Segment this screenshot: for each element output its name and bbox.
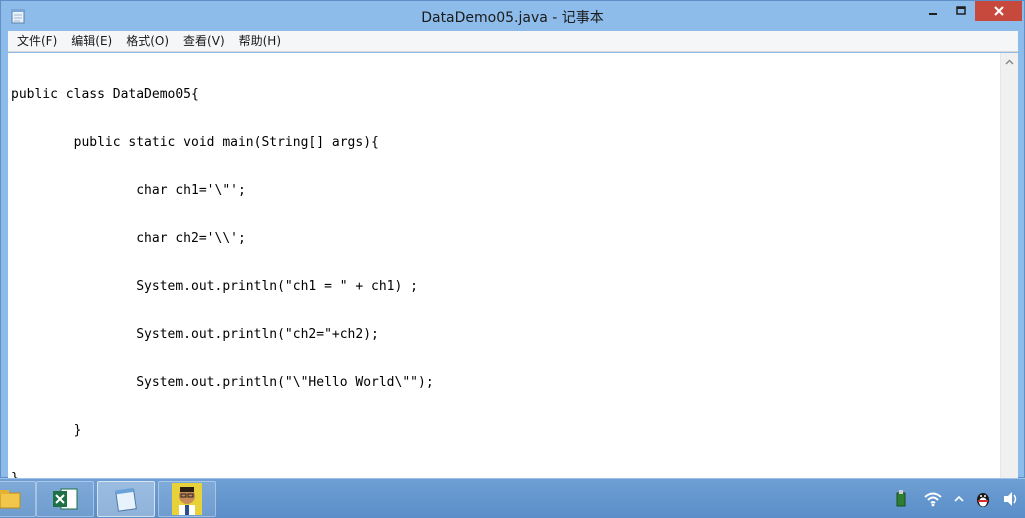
- taskbar-excel-button[interactable]: [36, 481, 94, 517]
- qq-penguin-icon[interactable]: [973, 489, 993, 509]
- notepad-window: DataDemo05.java - 记事本 文件(F) 编辑(E) 格式(O) …: [0, 0, 1025, 479]
- taskbar-avatar-app-button[interactable]: [158, 481, 216, 517]
- close-button[interactable]: [975, 1, 1022, 21]
- volume-icon[interactable]: [1001, 489, 1021, 509]
- vertical-scrollbar[interactable]: [1000, 53, 1018, 479]
- notepad-icon: [115, 487, 137, 512]
- window-title: DataDemo05.java - 记事本: [421, 10, 604, 26]
- menu-edit[interactable]: 编辑(E): [64, 31, 119, 52]
- avatar-app-icon: [172, 483, 202, 515]
- code-text: public class DataDemo05{ public static v…: [11, 55, 434, 479]
- excel-icon: [53, 488, 78, 510]
- code-line: public static void main(String[] args){: [11, 135, 379, 150]
- taskbar: [0, 478, 1025, 518]
- minimize-icon: [929, 13, 937, 15]
- minimize-button[interactable]: [919, 1, 947, 21]
- close-icon: [993, 6, 1004, 16]
- menu-bar: 文件(F) 编辑(E) 格式(O) 查看(V) 帮助(H): [8, 31, 1018, 52]
- maximize-button[interactable]: [947, 1, 975, 21]
- code-line: System.out.println("ch1 = " + ch1) ;: [11, 279, 418, 294]
- chevron-up-icon: [1005, 58, 1014, 65]
- scroll-up-button[interactable]: [1001, 53, 1018, 70]
- code-line: public class DataDemo05{: [11, 87, 199, 102]
- title-bar[interactable]: DataDemo05.java - 记事本: [1, 1, 1024, 31]
- taskbar-file-explorer-button[interactable]: [0, 481, 36, 517]
- code-line: System.out.println("ch2="+ch2);: [11, 327, 379, 342]
- menu-view[interactable]: 查看(V): [176, 31, 232, 52]
- menu-file[interactable]: 文件(F): [10, 31, 64, 52]
- text-editor-area[interactable]: public class DataDemo05{ public static v…: [8, 53, 1000, 479]
- maximize-icon: [956, 6, 966, 15]
- code-line: char ch2='\\';: [11, 231, 246, 246]
- code-line: char ch1='\"';: [11, 183, 246, 198]
- code-line: System.out.println("\"Hello World\"");: [11, 375, 434, 390]
- usb-device-icon[interactable]: [891, 489, 911, 509]
- wifi-icon[interactable]: [923, 489, 943, 509]
- menu-format[interactable]: 格式(O): [119, 31, 176, 52]
- menu-help[interactable]: 帮助(H): [232, 31, 288, 52]
- taskbar-notepad-button[interactable]: [97, 481, 155, 517]
- code-line: }: [11, 423, 82, 438]
- show-hidden-icons-chevron-icon[interactable]: [949, 489, 969, 509]
- file-explorer-icon: [0, 490, 21, 509]
